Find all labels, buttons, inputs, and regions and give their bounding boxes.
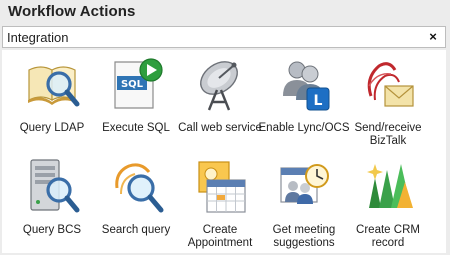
calendar-icon [198,161,246,213]
clear-search-button[interactable]: × [426,29,440,45]
action-label: Create CRM record [356,224,420,249]
panel-title: Workflow Actions [8,3,136,20]
action-label: Create Appointment [187,224,253,249]
crm-bars-icon [367,164,413,208]
action-search-query[interactable]: Search query [94,154,178,250]
action-label: Enable Lync/OCS [258,122,350,134]
actions-grid: Query LDAP SQL Execute SQL Call web serv [2,50,446,253]
action-query-bcs[interactable]: Query BCS [10,154,94,250]
action-execute-sql[interactable]: SQL Execute SQL [94,52,178,148]
satellite-dish-icon [200,61,238,111]
lync-users-icon: L [283,61,330,111]
meeting-clock-icon [280,164,329,204]
search-input[interactable] [7,29,407,45]
svg-text:L: L [314,93,323,109]
action-create-appointment[interactable]: Create Appointment [178,154,262,250]
action-enable-lync-ocs[interactable]: L Enable Lync/OCS [259,52,349,148]
workflow-actions-panel: Workflow Actions × Query LDAP SQL [0,0,450,255]
action-label: Call web service [178,122,262,134]
search-bar: × [2,26,446,48]
action-create-crm-record[interactable]: Create CRM record [346,154,430,250]
action-get-meeting-suggestions[interactable]: Get meeting suggestions [262,154,346,250]
book-magnifier-icon [28,66,80,107]
svg-text:SQL: SQL [121,79,144,90]
action-label: Query BCS [22,224,82,236]
action-send-receive-biztalk[interactable]: Send/receive BizTalk [346,52,430,148]
action-label: Send/receive BizTalk [354,122,422,147]
action-label: Search query [101,224,171,236]
action-label: Get meeting suggestions [272,224,336,249]
biztalk-envelope-icon [367,62,414,107]
sharepoint-magnifier-icon [115,163,164,213]
action-query-ldap[interactable]: Query LDAP [10,52,94,148]
sql-play-icon: SQL [114,58,163,109]
action-call-web-service[interactable]: Call web service [178,52,262,148]
server-magnifier-icon [30,159,80,213]
action-label: Execute SQL [102,122,170,134]
action-label: Query LDAP [19,122,85,134]
